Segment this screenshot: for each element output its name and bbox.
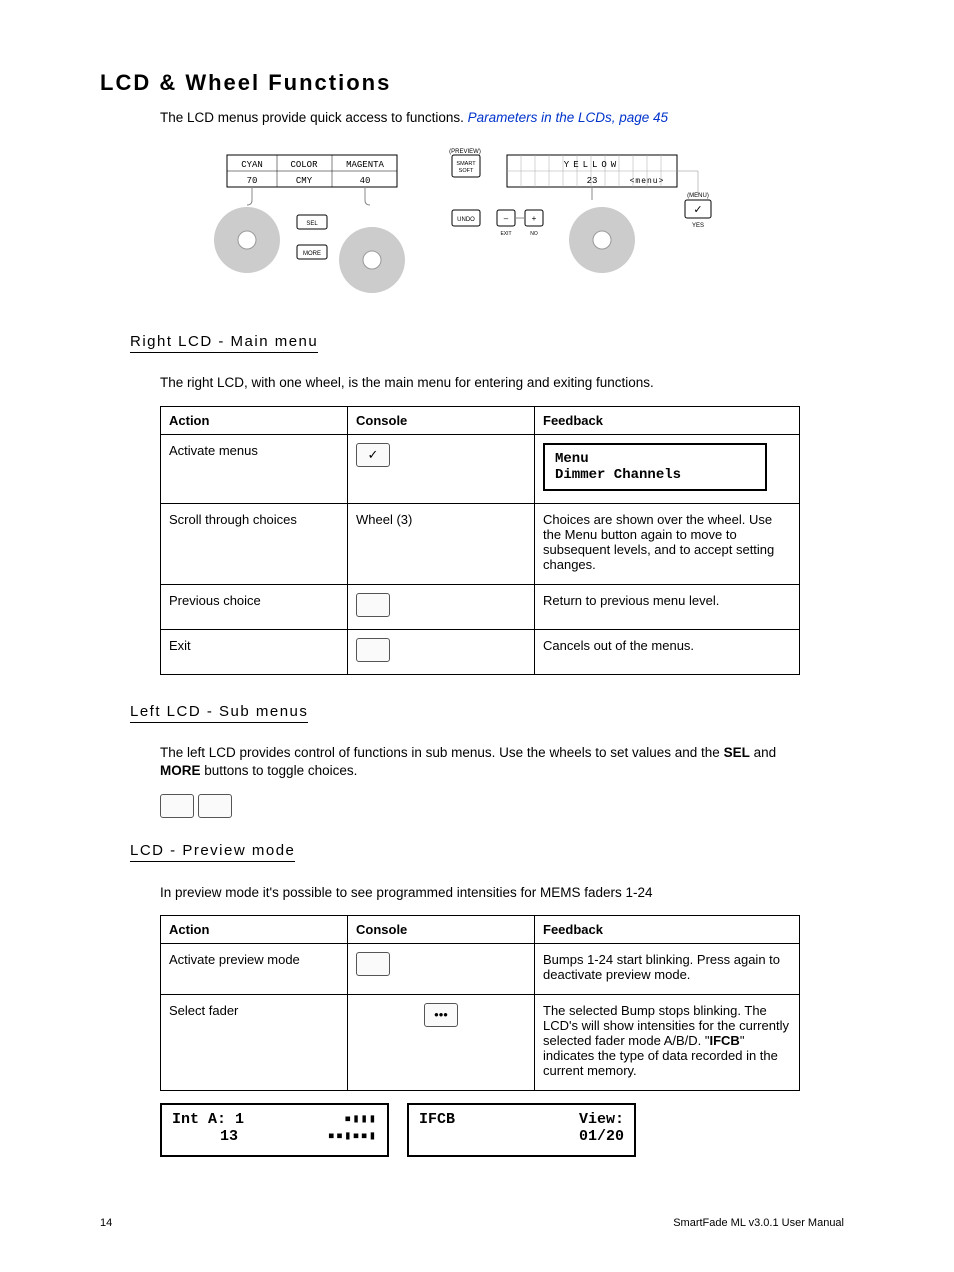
- manual-title: SmartFade ML v3.0.1 User Manual: [673, 1217, 844, 1229]
- ifcb-bold: IFCB: [709, 1033, 739, 1048]
- svg-text:NO: NO: [530, 231, 538, 237]
- fb-line2: Dimmer Channels: [555, 467, 755, 483]
- preview-table: Action Console Feedback Activate preview…: [160, 915, 800, 1091]
- blank-button-icon: [356, 593, 390, 617]
- cell-feedback: Bumps 1-24 start blinking. Press again t…: [535, 944, 800, 995]
- intro-crossref-link[interactable]: Parameters in the LCDs, page 45: [468, 110, 668, 125]
- cell-feedback: The selected Bump stops blinking. The LC…: [535, 995, 800, 1091]
- right-lcd-heading: Right LCD - Main menu: [130, 333, 318, 353]
- intro-text: The LCD menus provide quick access to fu…: [160, 110, 468, 125]
- cell-action: Previous choice: [161, 584, 348, 629]
- preview-heading: LCD - Preview mode: [130, 842, 295, 862]
- panel-r1b: View:: [579, 1111, 624, 1128]
- cell-feedback: Choices are shown over the wheel. Use th…: [535, 503, 800, 584]
- table-row: Scroll through choices Wheel (3) Choices…: [161, 503, 800, 584]
- svg-text:CMY: CMY: [296, 176, 313, 186]
- svg-text:YES: YES: [692, 223, 704, 229]
- sel-label: SEL: [724, 745, 750, 760]
- cell-console: [348, 944, 535, 995]
- lcd-wheel-figure: CYAN COLOR MAGENTA 70 CMY 40 SEL MORE (P…: [100, 145, 854, 305]
- lcd-panel-left: Int A: 1 ▪▮▮▮ 13 ▪▪▮▪▪▮: [160, 1103, 389, 1157]
- left-lcd-heading: Left LCD - Sub menus: [130, 703, 308, 723]
- preview-body: In preview mode it's possible to see pro…: [160, 884, 814, 902]
- cell-action: Select fader: [161, 995, 348, 1091]
- right-lcd-table: Action Console Feedback Activate menus ✓…: [160, 406, 800, 675]
- cell-action: Activate preview mode: [161, 944, 348, 995]
- svg-text:SMART: SMART: [456, 161, 476, 167]
- svg-text:23: 23: [587, 176, 598, 186]
- cell-console: •••: [348, 995, 535, 1091]
- svg-text:40: 40: [360, 176, 371, 186]
- cell-action: Activate menus: [161, 434, 348, 503]
- panel-l1a: Int A: 1: [172, 1111, 244, 1128]
- left-lcd-body-pre: The left LCD provides control of functio…: [160, 745, 724, 760]
- svg-text:MORE: MORE: [303, 251, 321, 257]
- th-action: Action: [161, 916, 348, 944]
- fb-pre: The selected Bump stops blinking. The LC…: [543, 1003, 789, 1048]
- intro-paragraph: The LCD menus provide quick access to fu…: [160, 110, 854, 125]
- right-lcd-body: The right LCD, with one wheel, is the ma…: [160, 374, 814, 392]
- section-heading: LCD & Wheel Functions: [100, 70, 854, 96]
- cell-action: Exit: [161, 629, 348, 674]
- svg-text:+: +: [532, 214, 537, 223]
- svg-text:YELLOW: YELLOW: [564, 160, 620, 170]
- svg-text:COLOR: COLOR: [290, 160, 318, 170]
- svg-text:CYAN: CYAN: [241, 160, 263, 170]
- cell-console: Wheel (3): [348, 503, 535, 584]
- cell-console: [348, 584, 535, 629]
- dots-button-icon: •••: [424, 1003, 458, 1027]
- check-icon: ✓: [356, 443, 390, 467]
- svg-text:SOFT: SOFT: [459, 168, 474, 174]
- panel-r1a: IFCB: [419, 1111, 455, 1128]
- svg-text:MAGENTA: MAGENTA: [346, 160, 384, 170]
- th-feedback: Feedback: [535, 916, 800, 944]
- panel-r2b: 01/20: [579, 1128, 624, 1145]
- table-row: Select fader ••• The selected Bump stops…: [161, 995, 800, 1091]
- table-row: Previous choice Return to previous menu …: [161, 584, 800, 629]
- more-label: MORE: [160, 763, 201, 778]
- blank-button-icon: [356, 952, 390, 976]
- svg-text:UNDO: UNDO: [457, 217, 475, 223]
- cell-console: ✓: [348, 434, 535, 503]
- th-console: Console: [348, 406, 535, 434]
- bars-icon: ▪▪▮▪▪▮: [328, 1128, 377, 1145]
- fb-line1: Menu: [555, 451, 755, 467]
- bars-icon: ▪▮▮▮: [344, 1111, 377, 1128]
- blank-button-icon: [198, 794, 232, 818]
- th-action: Action: [161, 406, 348, 434]
- blank-button-icon: [356, 638, 390, 662]
- table-row: Exit Cancels out of the menus.: [161, 629, 800, 674]
- left-lcd-body-post: buttons to toggle choices.: [201, 763, 358, 778]
- table-row: Activate menus ✓ Menu Dimmer Channels: [161, 434, 800, 503]
- preview-lcd-panels: Int A: 1 ▪▮▮▮ 13 ▪▪▮▪▪▮ IFCB View: 01/20: [160, 1103, 814, 1157]
- svg-text:✓: ✓: [693, 204, 702, 216]
- th-feedback: Feedback: [535, 406, 800, 434]
- svg-text:EXIT: EXIT: [500, 231, 511, 237]
- and-text: and: [750, 745, 776, 760]
- svg-text:(PREVIEW): (PREVIEW): [449, 149, 481, 155]
- panel-l2a: 13: [172, 1128, 238, 1145]
- cell-feedback: Menu Dimmer Channels: [535, 434, 800, 503]
- page-number: 14: [100, 1217, 112, 1229]
- left-lcd-body: The left LCD provides control of functio…: [160, 744, 814, 780]
- svg-text:–: –: [504, 214, 509, 223]
- left-lcd-buttons: [160, 794, 854, 818]
- lcd-feedback-box: Menu Dimmer Channels: [543, 443, 767, 491]
- table-row: Activate preview mode Bumps 1-24 start b…: [161, 944, 800, 995]
- blank-button-icon: [160, 794, 194, 818]
- th-console: Console: [348, 916, 535, 944]
- cell-action: Scroll through choices: [161, 503, 348, 584]
- cell-console: [348, 629, 535, 674]
- figure-svg: CYAN COLOR MAGENTA 70 CMY 40 SEL MORE (P…: [207, 145, 747, 305]
- cell-feedback: Return to previous menu level.: [535, 584, 800, 629]
- svg-text:SEL: SEL: [306, 221, 318, 227]
- lcd-panel-right: IFCB View: 01/20: [407, 1103, 636, 1157]
- cell-feedback: Cancels out of the menus.: [535, 629, 800, 674]
- page-footer: 14 SmartFade ML v3.0.1 User Manual: [100, 1217, 854, 1229]
- svg-text:<menu>: <menu>: [630, 177, 665, 186]
- svg-text:70: 70: [247, 176, 258, 186]
